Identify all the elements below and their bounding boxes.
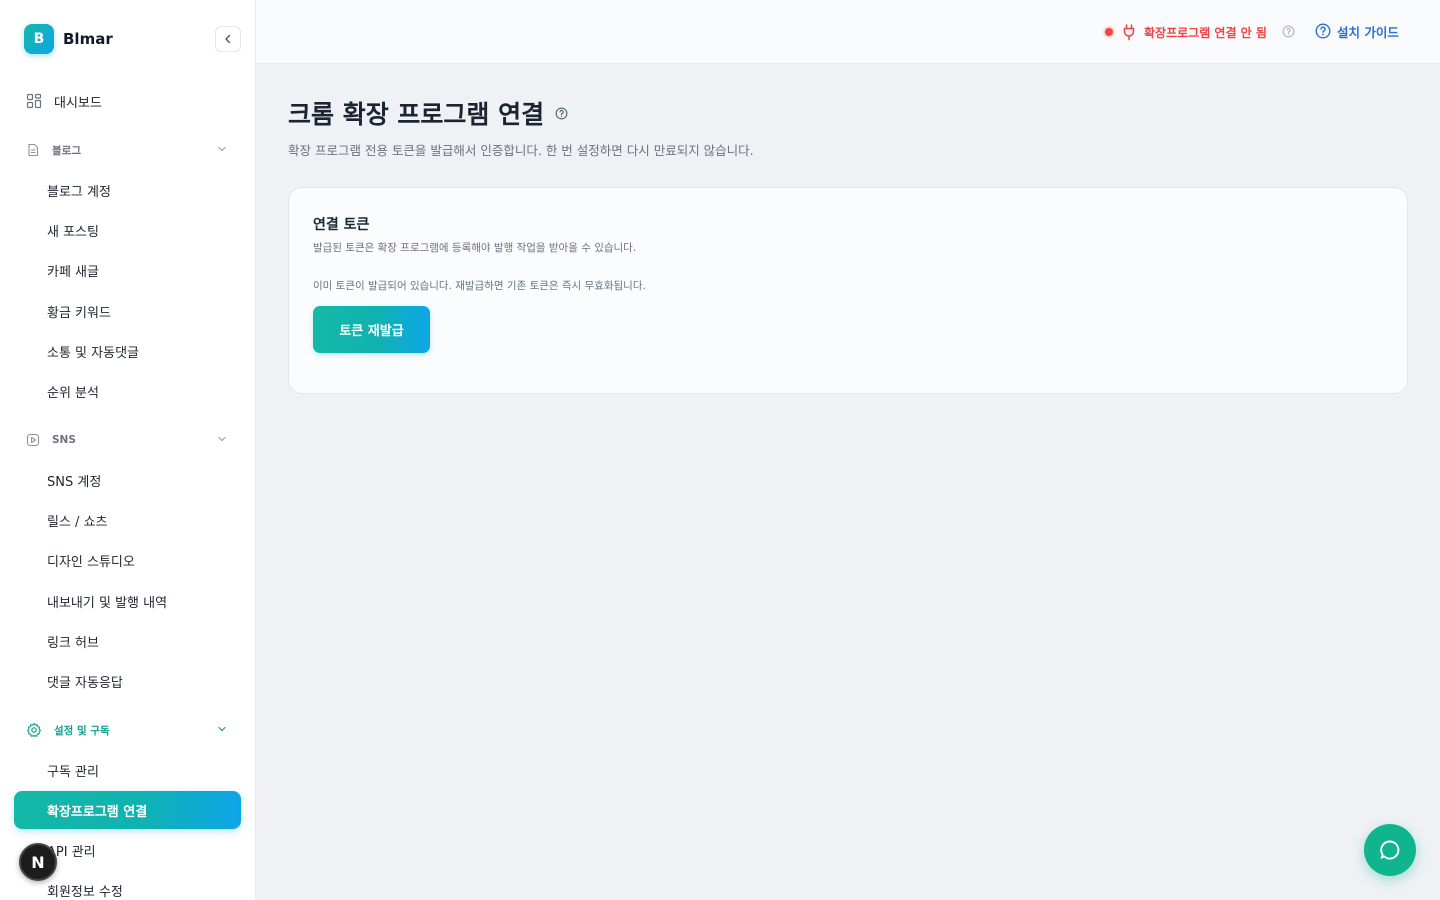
chat-button[interactable]: [1364, 824, 1416, 876]
brand-name: Blmar: [63, 30, 113, 48]
install-guide-link[interactable]: 설치 가이드: [1315, 21, 1399, 41]
sidebar-group-settings[interactable]: 설정 및 구독: [26, 720, 232, 740]
chat-bubble-icon: [1380, 840, 1400, 860]
group-label: SNS: [52, 434, 76, 446]
sidebar-item-blog-account[interactable]: 블로그 계정: [47, 181, 111, 200]
sidebar-item-comment-autoreply[interactable]: 댓글 자동응답: [47, 672, 123, 691]
group-label: 설정 및 구독: [54, 724, 110, 737]
sidebar: B Blmar 대시보드 블로그 블로그 계정 새 포스팅 카페 새글 황금 키…: [0, 0, 256, 900]
card-description: 발급된 토큰은 확장 프로그램에 등록해야 발행 작업을 받아올 수 있습니다.: [313, 242, 637, 254]
token-card: 연결 토큰 발급된 토큰은 확장 프로그램에 등록해야 발행 작업을 받아올 수…: [288, 187, 1408, 394]
sidebar-item-rank-analysis[interactable]: 순위 분석: [47, 382, 99, 401]
sidebar-item-golden-keyword[interactable]: 황금 키워드: [47, 302, 111, 321]
sidebar-item-dashboard[interactable]: 대시보드: [26, 90, 102, 112]
plug-icon: [1123, 24, 1135, 41]
status-dot: [1105, 28, 1113, 36]
page-subtitle: 확장 프로그램 전용 토큰을 발급해서 인증합니다. 한 번 설정하면 다시 만…: [288, 143, 754, 158]
sidebar-item-label: 확장프로그램 연결: [47, 804, 148, 820]
status-label: 확장프로그램 연결 안 됨: [1144, 25, 1267, 40]
group-label: 블로그: [52, 144, 81, 157]
n-badge[interactable]: N: [19, 843, 57, 881]
sidebar-item-new-post[interactable]: 새 포스팅: [47, 221, 99, 240]
grid-icon: [26, 93, 42, 109]
chevron-down-icon: [218, 436, 226, 442]
question-circle-icon: [1315, 23, 1331, 39]
page-title: 크롬 확장 프로그램 연결: [288, 100, 545, 129]
sidebar-item-sns-account[interactable]: SNS 계정: [47, 471, 101, 490]
chevron-down-icon: [218, 726, 226, 732]
sidebar-group-sns[interactable]: SNS: [26, 430, 232, 450]
sidebar-item-reels-shorts[interactable]: 릴스 / 쇼츠: [47, 511, 108, 530]
topbar: 확장프로그램 연결 안 됨 설치 가이드: [256, 0, 1440, 64]
sidebar-item-profile-edit[interactable]: 회원정보 수정: [47, 881, 123, 900]
chevron-down-icon: [218, 146, 226, 152]
card-title: 연결 토큰: [313, 217, 370, 233]
sidebar-item-label: 대시보드: [54, 95, 102, 111]
sidebar-item-design-studio[interactable]: 디자인 스튜디오: [47, 551, 135, 570]
brand[interactable]: B Blmar: [24, 24, 113, 54]
sidebar-item-link-hub[interactable]: 링크 허브: [47, 632, 99, 651]
gear-icon: [26, 722, 42, 738]
brand-logo: B: [24, 24, 54, 54]
question-circle-icon[interactable]: [555, 107, 568, 120]
guide-label: 설치 가이드: [1337, 24, 1399, 40]
document-icon: [28, 143, 39, 157]
sidebar-item-cafe-new[interactable]: 카페 새글: [47, 261, 99, 280]
question-circle-icon[interactable]: [1282, 25, 1295, 38]
sidebar-item-auto-comment[interactable]: 소통 및 자동댓글: [47, 342, 139, 361]
chevron-left-icon: [225, 34, 231, 44]
sidebar-item-export-history[interactable]: 내보내기 및 발행 내역: [47, 592, 167, 611]
reissue-token-button[interactable]: 토큰 재발급: [313, 306, 430, 353]
collapse-sidebar-button[interactable]: [215, 26, 241, 52]
sidebar-group-blog[interactable]: 블로그: [26, 140, 232, 160]
extension-status[interactable]: 확장프로그램 연결 안 됨: [1105, 22, 1267, 42]
sidebar-item-extension-connect[interactable]: 확장프로그램 연결: [14, 791, 241, 829]
sidebar-item-subscription[interactable]: 구독 관리: [47, 761, 99, 780]
token-status-note: 이미 토큰이 발급되어 있습니다. 재발급하면 기존 토큰은 즉시 무효화됩니다…: [313, 280, 646, 292]
play-icon: [26, 433, 40, 447]
